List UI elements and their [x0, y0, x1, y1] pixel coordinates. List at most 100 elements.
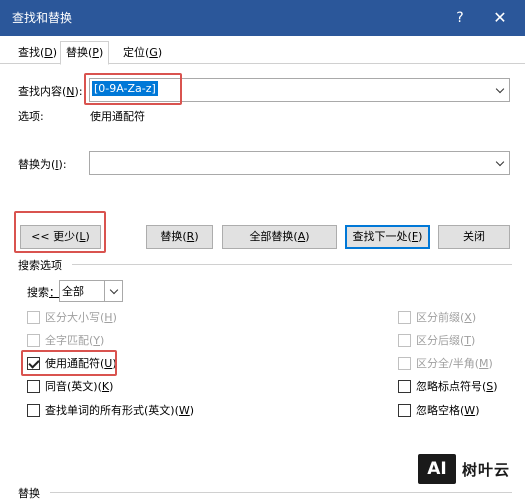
tab-replace-end: ) [98, 46, 104, 59]
checkbox-match-case-key: H [104, 310, 113, 324]
options-label: 选项: [18, 110, 44, 123]
replace-button[interactable]: 替换(R) [146, 225, 213, 249]
replace-all-button-end: ) [305, 230, 310, 243]
tab-goto-end: ) [157, 46, 163, 59]
find-next-button[interactable]: 查找下一处(F) [345, 225, 430, 249]
close-window-button[interactable]: ✕ [488, 6, 512, 30]
tab-goto-label: 定位( [123, 46, 150, 59]
watermark-logo: AI [418, 454, 456, 484]
replace-dropdown-button[interactable] [491, 152, 509, 174]
replace-button-label: 替换( [160, 230, 187, 243]
find-next-button-label: 查找下一处( [352, 230, 412, 243]
find-label-end: ): [74, 85, 83, 98]
replace-label-text: 替换为( [18, 158, 56, 171]
checkbox-whole-word-label: 全字匹配( [45, 334, 94, 347]
tab-bar: 查找(D) 替换(P) 定位(G) [0, 36, 525, 65]
replace-section-label: 替换 [18, 487, 40, 500]
checkbox-all-word-forms-key: W [178, 403, 190, 417]
checkbox-box [398, 310, 411, 324]
search-direction-label-text: 搜索 [27, 286, 49, 299]
checkbox-ignore-whitespace-label: 忽略空格( [416, 404, 465, 417]
checkbox-match-suffix-label: 区分后缀( [416, 334, 465, 347]
checkbox-match-suffix-end: ) [471, 333, 476, 347]
checkbox-match-case-label: 区分大小写( [45, 311, 105, 324]
checkbox-sounds-like[interactable]: 同音(英文)(K) [27, 378, 113, 394]
checkbox-ignore-whitespace[interactable]: 忽略空格(W) [398, 402, 479, 418]
checkbox-ignore-whitespace-key: W [464, 403, 476, 417]
options-value: 使用通配符 [90, 110, 145, 123]
find-label-key: N [66, 85, 75, 98]
checkbox-all-word-forms-label: 查找单词的所有形式(英文)( [45, 404, 179, 417]
watermark: AI 树叶云 [418, 452, 525, 486]
checkbox-box [398, 379, 411, 393]
checkbox-match-prefix-key: X [464, 310, 472, 324]
checkbox-box [398, 333, 411, 347]
search-direction-dropdown-button[interactable] [104, 281, 122, 301]
checkbox-ignore-punctuation-label: 忽略标点符号( [416, 380, 487, 393]
window-title: 查找和替换 [12, 11, 73, 25]
highlight-less-button [14, 211, 106, 253]
search-options-divider [72, 264, 512, 265]
checkbox-whole-word-key: Y [93, 333, 101, 347]
checkbox-match-suffix-key: T [464, 333, 472, 347]
replace-input[interactable] [89, 151, 510, 175]
tab-find-label: 查找( [18, 46, 45, 59]
checkbox-box [27, 403, 40, 417]
checkbox-ignore-punctuation-key: S [486, 379, 494, 393]
checkbox-all-word-forms[interactable]: 查找单词的所有形式(英文)(W) [27, 402, 194, 418]
find-label-text: 查找内容( [18, 85, 67, 98]
checkbox-match-width-label: 区分全/半角( [416, 357, 479, 370]
checkbox-match-suffix[interactable]: 区分后缀(T) [398, 332, 475, 348]
checkbox-whole-word-end: ) [100, 333, 105, 347]
search-direction-select[interactable]: 全部 [59, 280, 123, 302]
highlight-use-wildcards [21, 350, 117, 376]
tab-replace-key: P [92, 46, 99, 59]
checkbox-match-case[interactable]: 区分大小写(H) [27, 309, 117, 325]
checkbox-ignore-punctuation-end: ) [493, 379, 498, 393]
title-bar: 查找和替换 ? ✕ [0, 0, 525, 36]
replace-all-button-label: 全部替换( [249, 230, 298, 243]
checkbox-box [27, 333, 40, 347]
checkbox-sounds-like-key: K [101, 379, 110, 393]
find-dropdown-button[interactable] [491, 79, 509, 101]
checkbox-all-word-forms-end: ) [189, 403, 195, 417]
checkbox-sounds-like-end: ) [109, 379, 114, 393]
chevron-down-icon [495, 157, 505, 166]
tab-find-end: ) [52, 46, 58, 59]
checkbox-match-prefix-end: ) [471, 310, 477, 324]
checkbox-match-width[interactable]: 区分全/半角(M) [398, 355, 493, 371]
find-next-button-end: ) [418, 230, 423, 243]
checkbox-ignore-whitespace-end: ) [475, 403, 480, 417]
close-button[interactable]: 关闭 [438, 225, 510, 249]
search-direction-value: 全部 [62, 285, 84, 298]
tab-replace-label: 替换( [66, 46, 93, 59]
help-button[interactable]: ? [448, 6, 472, 30]
tab-replace[interactable]: 替换(P) [60, 41, 110, 65]
search-options-section-label: 搜索选项 [18, 259, 62, 272]
replace-label: 替换为(I): [18, 156, 67, 172]
chevron-down-icon [109, 285, 118, 294]
replace-label-end: ): [58, 158, 67, 171]
checkbox-match-width-key: M [479, 356, 489, 370]
search-direction-label: 搜索： [27, 284, 60, 300]
tab-find[interactable]: 查找(D) [13, 43, 62, 64]
tab-goto-key: G [149, 46, 158, 59]
highlight-find-input [84, 73, 182, 105]
tab-find-key: D [44, 46, 53, 59]
find-label: 查找内容(N): [18, 83, 83, 99]
checkbox-box [27, 310, 40, 324]
watermark-text: 树叶云 [462, 460, 511, 479]
checkbox-match-case-end: ) [112, 310, 117, 324]
chevron-down-icon [495, 84, 505, 93]
checkbox-match-width-end: ) [488, 356, 493, 370]
checkbox-ignore-punctuation[interactable]: 忽略标点符号(S) [398, 378, 498, 394]
checkbox-box [27, 379, 40, 393]
checkbox-match-prefix[interactable]: 区分前缀(X) [398, 309, 476, 325]
tab-goto[interactable]: 定位(G) [118, 43, 167, 64]
checkbox-box [398, 356, 411, 370]
replace-section-divider [50, 492, 512, 493]
replace-all-button[interactable]: 全部替换(A) [222, 225, 337, 249]
checkbox-whole-word[interactable]: 全字匹配(Y) [27, 332, 104, 348]
replace-button-end: ) [194, 230, 199, 243]
checkbox-match-prefix-label: 区分前缀( [416, 311, 465, 324]
